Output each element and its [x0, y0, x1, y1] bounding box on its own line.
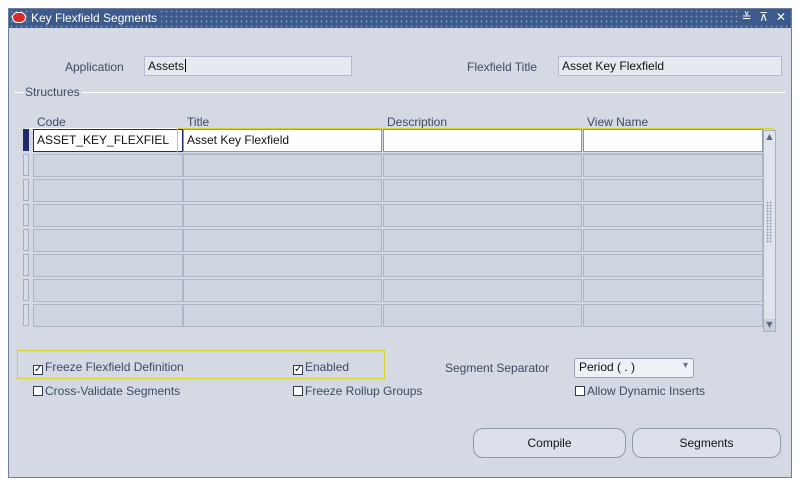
oracle-logo-icon [12, 12, 26, 23]
column-header-description: Description [387, 115, 448, 129]
row-indicator[interactable] [23, 129, 29, 151]
title-bar: Key Flexfield Segments ≚ ⊼ ✕ [9, 9, 791, 28]
row-indicator[interactable] [23, 254, 29, 276]
code-cell[interactable] [33, 254, 183, 277]
view-name-cell[interactable] [583, 154, 763, 177]
row-indicator[interactable] [23, 279, 29, 301]
application-label: Application [65, 60, 124, 74]
structures-vertical-scrollbar[interactable]: ▲ ▼ [763, 130, 776, 332]
code-cell[interactable] [33, 304, 183, 327]
structures-group-label: Structures [23, 85, 82, 99]
freeze-flexfield-definition-label: Freeze Flexfield Definition [45, 360, 184, 374]
checkbox-unchecked-icon[interactable] [33, 386, 43, 396]
cross-validate-segments-label: Cross-Validate Segments [45, 384, 181, 398]
table-row[interactable] [23, 228, 763, 252]
freeze-flexfield-definition-checkbox[interactable]: ✓ Freeze Flexfield Definition [33, 360, 184, 375]
checkbox-checked-icon[interactable]: ✓ [293, 365, 303, 375]
title-cell[interactable] [183, 204, 382, 227]
column-header-title: Title [187, 115, 210, 129]
view-name-cell[interactable] [583, 254, 763, 277]
code-cell[interactable]: ASSET_KEY_FLEXFIEL [33, 129, 183, 152]
row-indicator[interactable] [23, 154, 29, 176]
description-cell[interactable] [383, 154, 582, 177]
key-flexfield-segments-window: Key Flexfield Segments ≚ ⊼ ✕ Application… [8, 8, 792, 478]
application-field[interactable]: Assets [144, 56, 352, 76]
flexfield-title-field[interactable]: Asset Key Flexfield [558, 56, 782, 76]
description-cell[interactable] [383, 204, 582, 227]
table-row[interactable] [23, 278, 763, 302]
column-header-view-name: View Name [587, 115, 649, 129]
dropdown-arrow-icon[interactable]: ▾ [683, 360, 688, 371]
view-name-cell[interactable] [583, 229, 763, 252]
table-row[interactable] [23, 303, 763, 327]
title-cell[interactable] [183, 154, 382, 177]
table-row[interactable] [23, 153, 763, 177]
view-name-cell[interactable] [583, 279, 763, 302]
checkbox-checked-icon[interactable]: ✓ [33, 365, 43, 375]
scroll-up-icon[interactable]: ▲ [764, 131, 775, 143]
title-cell[interactable] [183, 229, 382, 252]
description-cell[interactable] [383, 229, 582, 252]
segment-separator-label: Segment Separator [445, 361, 550, 375]
allow-dynamic-inserts-checkbox[interactable]: Allow Dynamic Inserts [575, 384, 705, 398]
text-cursor [185, 59, 187, 72]
code-cell[interactable] [33, 229, 183, 252]
segment-separator-value: Period ( . ) [579, 360, 636, 374]
enabled-label: Enabled [305, 360, 350, 374]
code-cell[interactable] [33, 204, 183, 227]
window-title: Key Flexfield Segments [31, 11, 162, 25]
window-controls[interactable]: ≚ ⊼ ✕ [741, 10, 788, 24]
freeze-rollup-groups-label: Freeze Rollup Groups [305, 384, 423, 398]
code-cell[interactable] [33, 279, 183, 302]
row-focus-highlight [177, 128, 773, 154]
description-cell[interactable] [383, 254, 582, 277]
structures-group-divider [14, 92, 786, 93]
checkbox-unchecked-icon[interactable] [293, 386, 303, 396]
title-cell[interactable] [183, 254, 382, 277]
description-cell[interactable] [383, 304, 582, 327]
allow-dynamic-inserts-label: Allow Dynamic Inserts [587, 384, 706, 398]
row-indicator[interactable] [23, 229, 29, 251]
table-row[interactable] [23, 178, 763, 202]
description-cell[interactable] [383, 179, 582, 202]
segment-separator-select[interactable]: Period ( . ) ▾ [574, 358, 694, 378]
checkbox-unchecked-icon[interactable] [575, 386, 585, 396]
view-name-cell[interactable] [583, 304, 763, 327]
code-cell[interactable] [33, 179, 183, 202]
title-cell[interactable] [183, 179, 382, 202]
title-cell[interactable] [183, 304, 382, 327]
flexfield-title-label: Flexfield Title [467, 60, 538, 74]
scroll-grip-icon[interactable] [766, 201, 772, 243]
title-cell[interactable] [183, 279, 382, 302]
cross-validate-segments-checkbox[interactable]: Cross-Validate Segments [33, 384, 180, 398]
code-cell[interactable] [33, 154, 183, 177]
enabled-checkbox[interactable]: ✓ Enabled [293, 360, 349, 375]
view-name-cell[interactable] [583, 204, 763, 227]
application-value: Assets [148, 59, 185, 73]
description-cell[interactable] [383, 279, 582, 302]
table-row[interactable] [23, 203, 763, 227]
row-indicator[interactable] [23, 304, 29, 326]
structures-grid: ASSET_KEY_FLEXFIEL Asset Key Flexfield [23, 128, 777, 328]
column-header-code: Code [37, 115, 66, 129]
freeze-rollup-groups-checkbox[interactable]: Freeze Rollup Groups [293, 384, 422, 398]
scroll-down-icon[interactable]: ▼ [764, 319, 775, 331]
view-name-cell[interactable] [583, 179, 763, 202]
table-row[interactable] [23, 253, 763, 277]
row-indicator[interactable] [23, 204, 29, 226]
row-indicator[interactable] [23, 179, 29, 201]
segments-button[interactable]: Segments [632, 428, 781, 458]
compile-button[interactable]: Compile [473, 428, 626, 458]
